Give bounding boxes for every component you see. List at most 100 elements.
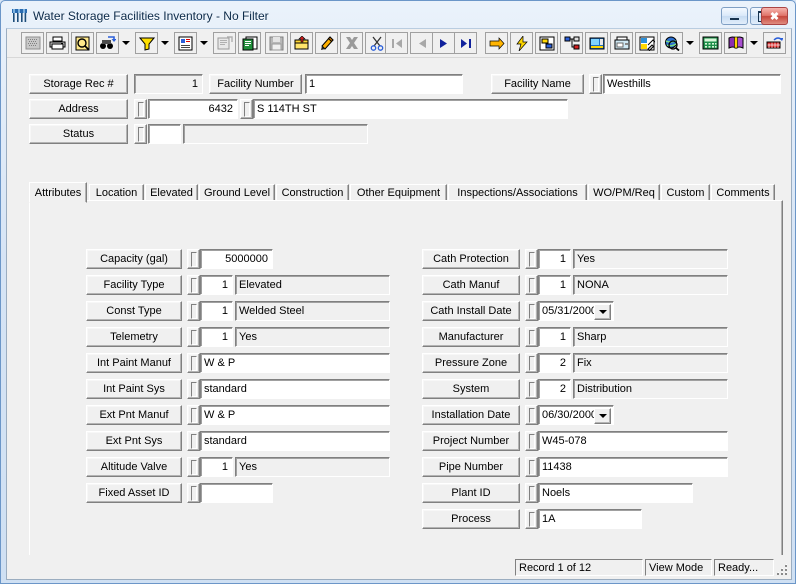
new-record-icon-button[interactable] — [290, 32, 313, 54]
cath-manuf-code-field[interactable]: 1 — [538, 275, 571, 295]
ext-pnt-sys-spin[interactable] — [187, 431, 200, 451]
ext-pnt-manuf-spin[interactable] — [187, 405, 200, 425]
system-spin[interactable] — [525, 379, 538, 399]
status-code-field[interactable] — [148, 124, 181, 144]
resize-grip-icon[interactable] — [775, 563, 789, 577]
address-street-spin[interactable] — [240, 99, 253, 119]
report-dropdown-icon[interactable] — [197, 32, 210, 54]
calculator-icon-button[interactable] — [699, 32, 722, 54]
process-label-button[interactable]: Process — [422, 509, 520, 529]
print-icon-button[interactable] — [46, 32, 69, 54]
cath-protection-code-field[interactable]: 1 — [538, 249, 571, 269]
int-paint-sys-field[interactable]: standard — [200, 379, 390, 399]
find-icon-button[interactable] — [96, 32, 119, 54]
const-type-spin[interactable] — [187, 301, 200, 321]
process-field[interactable]: 1A — [538, 509, 642, 529]
next-record-icon-button[interactable] — [432, 32, 455, 54]
installation-date-label-button[interactable]: Installation Date — [422, 405, 520, 425]
pressure-zone-label-button[interactable]: Pressure Zone — [422, 353, 520, 373]
address-number-field[interactable]: 6432 — [148, 99, 238, 119]
cath-protection-spin[interactable] — [525, 249, 538, 269]
tab-ground-level[interactable]: Ground Level — [199, 184, 275, 201]
cath-protection-label-button[interactable]: Cath Protection — [422, 249, 520, 269]
chevron-down-icon[interactable] — [594, 408, 611, 424]
fixed-asset-id-label-button[interactable]: Fixed Asset ID — [86, 483, 182, 503]
facility-number-field[interactable]: 1 — [305, 74, 463, 94]
const-type-code-field[interactable]: 1 — [200, 301, 233, 321]
int-paint-manuf-spin[interactable] — [187, 353, 200, 373]
help-dropdown-icon[interactable] — [747, 32, 760, 54]
pressure-zone-spin[interactable] — [525, 353, 538, 373]
cath-install-date-spin[interactable] — [525, 301, 538, 321]
storage-rec-label-button[interactable]: Storage Rec # — [29, 74, 128, 94]
facility-name-label-button[interactable]: Facility Name — [491, 74, 584, 94]
tab-wo-pm-req[interactable]: WO/PM/Req — [588, 184, 660, 201]
last-record-icon-button[interactable] — [454, 32, 477, 54]
facility-name-field[interactable]: Westhills — [603, 74, 781, 94]
help-book-icon-button[interactable] — [724, 32, 747, 54]
report-icon-button[interactable] — [174, 32, 197, 54]
save-icon-button[interactable] — [265, 32, 288, 54]
fax-icon-button[interactable] — [610, 32, 633, 54]
const-type-label-button[interactable]: Const Type — [86, 301, 182, 321]
pressure-zone-code-field[interactable]: 2 — [538, 353, 571, 373]
capacity-label-button[interactable]: Capacity (gal) — [86, 249, 182, 269]
fixed-asset-id-field[interactable] — [200, 483, 273, 503]
print-preview-icon-button[interactable] — [71, 32, 94, 54]
pipe-number-spin[interactable] — [525, 457, 538, 477]
plant-id-field[interactable]: Noels — [538, 483, 693, 503]
grid-view-icon-button[interactable] — [21, 32, 44, 54]
facility-type-code-field[interactable]: 1 — [200, 275, 233, 295]
properties-icon-button[interactable] — [213, 32, 236, 54]
facility-number-label-button[interactable]: Facility Number — [209, 74, 302, 94]
tab-custom[interactable]: Custom — [661, 184, 710, 201]
cath-manuf-spin[interactable] — [525, 275, 538, 295]
pipe-number-label-button[interactable]: Pipe Number — [422, 457, 520, 477]
altitude-valve-label-button[interactable]: Altitude Valve — [86, 457, 182, 477]
capacity-spin[interactable] — [187, 249, 200, 269]
project-number-spin[interactable] — [525, 431, 538, 451]
facility-type-spin[interactable] — [187, 275, 200, 295]
filter-icon-button[interactable] — [135, 32, 158, 54]
facility-type-label-button[interactable]: Facility Type — [86, 275, 182, 295]
tab-elevated[interactable]: Elevated — [145, 184, 198, 201]
layout-icon-button[interactable] — [535, 32, 558, 54]
first-record-icon-button[interactable] — [385, 32, 408, 54]
tab-construction[interactable]: Construction — [276, 184, 349, 201]
plant-id-spin[interactable] — [525, 483, 538, 503]
title-bar[interactable]: Water Storage Facilities Inventory - No … — [2, 2, 796, 28]
tab-comments[interactable]: Comments — [711, 184, 775, 201]
int-paint-sys-label-button[interactable]: Int Paint Sys — [86, 379, 182, 399]
system-label-button[interactable]: System — [422, 379, 520, 399]
altitude-valve-spin[interactable] — [187, 457, 200, 477]
quick-action-icon-button[interactable] — [510, 32, 533, 54]
manufacturer-spin[interactable] — [525, 327, 538, 347]
goto-icon-button[interactable] — [485, 32, 508, 54]
system-code-field[interactable]: 2 — [538, 379, 571, 399]
tab-inspections-associations[interactable]: Inspections/Associations — [448, 184, 587, 201]
altitude-valve-code-field[interactable]: 1 — [200, 457, 233, 477]
status-label-button[interactable]: Status — [29, 124, 128, 144]
manufacturer-label-button[interactable]: Manufacturer — [422, 327, 520, 347]
close-button[interactable]: ✖ — [761, 7, 788, 25]
cath-install-date-combo[interactable]: 05/31/2000 — [538, 301, 614, 321]
image-icon-button[interactable] — [585, 32, 608, 54]
copy-record-icon-button[interactable] — [238, 32, 261, 54]
manufacturer-code-field[interactable]: 1 — [538, 327, 571, 347]
telemetry-label-button[interactable]: Telemetry — [86, 327, 182, 347]
int-paint-sys-spin[interactable] — [187, 379, 200, 399]
address-street-field[interactable]: S 114TH ST — [253, 99, 568, 119]
ext-pnt-manuf-field[interactable]: W & P — [200, 405, 390, 425]
telemetry-code-field[interactable]: 1 — [200, 327, 233, 347]
installation-date-combo[interactable]: 06/30/2000 — [538, 405, 614, 425]
project-number-field[interactable]: W45-078 — [538, 431, 728, 451]
ext-pnt-sys-field[interactable]: standard — [200, 431, 390, 451]
pipe-number-field[interactable]: 11438 — [538, 457, 728, 477]
process-spin[interactable] — [525, 509, 538, 529]
tab-other-equipment[interactable]: Other Equipment — [350, 184, 447, 201]
cath-install-date-label-button[interactable]: Cath Install Date — [422, 301, 520, 321]
int-paint-manuf-label-button[interactable]: Int Paint Manuf — [86, 353, 182, 373]
tab-location[interactable]: Location — [89, 184, 144, 201]
int-paint-manuf-field[interactable]: W & P — [200, 353, 390, 373]
ext-pnt-sys-label-button[interactable]: Ext Pnt Sys — [86, 431, 182, 451]
